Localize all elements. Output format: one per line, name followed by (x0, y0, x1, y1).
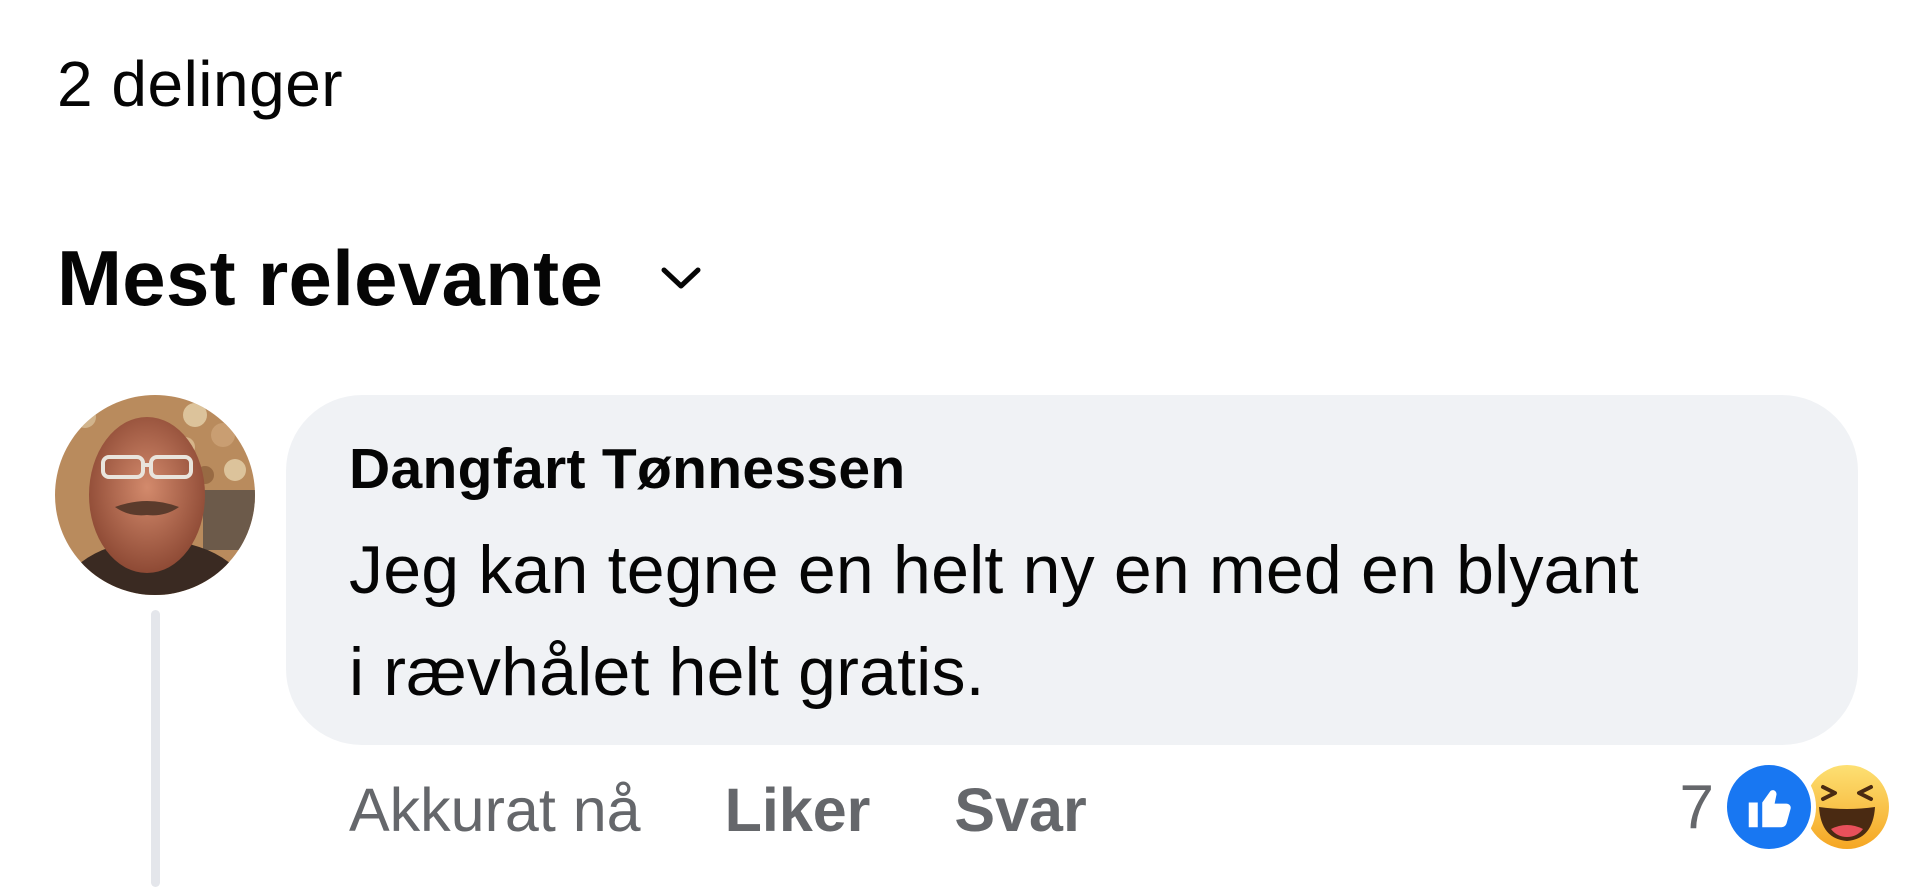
comment-timestamp[interactable]: Akkurat nå (349, 775, 641, 845)
comment-actions: Akkurat nå Liker Svar (349, 770, 1087, 850)
reaction-summary[interactable]: 7 (1679, 760, 1894, 854)
thread-connector-line (151, 610, 160, 887)
comment-text-line: Jeg kan tegne en helt ny en med en blyan… (349, 532, 1639, 608)
comment-bubble: Dangfart Tønnessen Jeg kan tegne en helt… (286, 395, 1858, 745)
comment-author[interactable]: Dangfart Tønnessen (349, 435, 1798, 503)
comment-text-line: i rævhålet helt gratis. (349, 634, 985, 710)
sort-label: Mest relevante (57, 234, 604, 322)
reaction-count: 7 (1679, 772, 1714, 842)
like-icon (1722, 760, 1816, 854)
avatar[interactable] (55, 395, 255, 595)
comment-sort-dropdown[interactable]: Mest relevante (57, 236, 707, 320)
chevron-down-icon[interactable] (655, 252, 707, 304)
comment-text: Jeg kan tegne en helt ny en med en blyan… (349, 519, 1798, 723)
share-count[interactable]: 2 delinger (57, 46, 343, 122)
reply-button[interactable]: Svar (954, 775, 1086, 845)
like-button[interactable]: Liker (725, 775, 871, 845)
